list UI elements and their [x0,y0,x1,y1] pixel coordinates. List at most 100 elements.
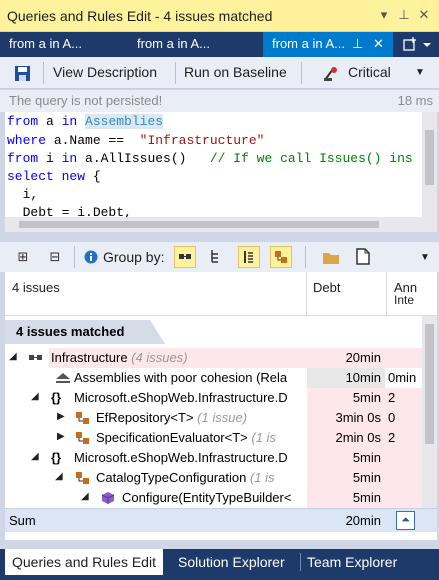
expand-triangle-icon[interactable]: ◢ [55,471,63,482]
query-toolbar: View Description Run on Baseline Critica… [0,57,439,89]
expand-triangle-icon[interactable]: ◢ [81,491,89,502]
info-icon [84,250,98,264]
row-name: EfRepository<T> [96,410,194,425]
tab-query-1[interactable]: from a in A... [0,32,126,57]
expand-all-icon[interactable]: ⊞ [12,246,34,268]
column-separator[interactable] [386,272,387,316]
namespace-tree-icon [211,250,218,263]
namespace-icon: {} [51,450,62,465]
group-by-type-button[interactable] [238,246,260,268]
expand-triangle-icon[interactable]: ◢ [9,351,17,362]
table-row[interactable]: ◢ Infrastructure (4 issues) 20min [5,348,422,368]
tab-label: Solution Explorer [178,554,285,570]
row-annual-interest: 0 [388,410,396,425]
assembly-icon [29,355,42,360]
elapsed-time: 18 ms [397,93,433,108]
column-header-debt[interactable]: Debt [313,280,340,295]
expand-triangle-icon[interactable]: ◢ [31,451,39,462]
grid-vertical-scrollbar[interactable] [422,316,437,510]
row-annual-interest: 0min [388,370,417,385]
table-row[interactable]: ◢ CatalogTypeConfiguration (1 is 5min [5,468,422,488]
code-line-2: where a.Name == "Infrastructure" [7,133,265,148]
tab-menu-button[interactable] [401,35,433,54]
code-line-4: select new { [7,169,101,184]
code-line-1: from a in Assemblies [7,114,164,129]
tab-queries-and-rules-edit[interactable]: Queries and Rules Edit [5,549,163,575]
row-debt: 5min [352,490,381,505]
collapse-up-icon[interactable]: ⏶ [396,511,415,530]
sum-row: Sum 20min ⏶ [5,508,437,532]
row-debt: 2min 0s [335,430,381,445]
group-by-assembly-button[interactable] [174,246,196,268]
group-band: 4 issues matched [5,320,437,344]
group-by-namespace-button[interactable] [206,246,228,268]
critical-icon [324,67,337,81]
row-issue-count: (1 is [251,430,276,445]
row-name: Configure(EntityTypeBuilder< [122,490,292,505]
row-debt: 5min [352,470,381,485]
query-code-editor[interactable]: from a in Assemblies where a.Name == "In… [5,112,437,232]
type-hierarchy-icon [275,251,287,263]
group-by-label: Group by: [103,249,165,265]
code-line-3: from i in a.AllIssues() // If we call Is… [7,151,413,166]
class-icon [76,472,89,484]
chevron-down-icon[interactable]: ▼ [420,252,430,263]
tab-query-2[interactable]: from a in A... [128,32,258,57]
table-row[interactable]: ◢ Configure(EntityTypeBuilder< 5min [5,488,422,508]
tab-label: from a in A... [137,36,210,51]
list-icon [244,251,253,263]
tab-team-explorer[interactable]: Team Explorer [300,549,404,575]
severity-critical-button[interactable]: Critical [348,64,391,80]
column-header-annual-interest-line2: Inte [394,293,415,307]
results-toolbar: ⊞ ⊟ Group by: ▼ [0,242,439,272]
status-message: The query is not persisted! [9,93,163,108]
code-line-5: i, [7,187,39,202]
new-tab-icon [403,37,431,51]
collapsed-triangle-icon[interactable]: ▶ [57,411,65,422]
pin-icon[interactable]: ⊥ [352,36,363,52]
chevron-down-icon[interactable]: ▼ [415,67,425,78]
run-on-baseline-button[interactable]: Run on Baseline [184,64,287,80]
assembly-icon [179,254,191,259]
table-row[interactable]: ▶ SpecificationEvaluator<T> (1 is 2min 0… [5,428,422,448]
row-debt: 5min [352,390,381,405]
tab-label: Queries and Rules Edit [12,554,156,570]
close-icon[interactable]: ✕ [373,36,384,52]
query-tabs: from a in A... from a in A... from a in … [0,32,439,57]
row-issue-count: (1 is [249,470,275,485]
tab-solution-explorer[interactable]: Solution Explorer [171,549,292,575]
group-by-method-button[interactable] [270,246,292,268]
view-description-button[interactable]: View Description [53,64,157,80]
tab-label: from a in A... [272,36,345,51]
row-debt: 20min [345,350,381,365]
eject-icon [56,373,70,383]
table-row[interactable]: Assemblies with poor cohesion (Rela 10mi… [5,368,422,388]
tool-window-titlebar: Queries and Rules Edit - 4 issues matche… [0,0,439,32]
pane-splitter[interactable] [0,232,439,242]
document-icon[interactable] [356,248,370,265]
table-row[interactable]: ▶ EfRepository<T> (1 issue) 3min 0s 0 [5,408,422,428]
toolbar-separator [175,62,176,84]
sum-debt: 20min [345,513,381,528]
query-status-line: The query is not persisted! 18 ms [0,90,439,112]
folder-icon[interactable] [322,250,340,265]
bottom-tab-strip: Queries and Rules Edit Solution Explorer… [0,549,439,580]
toolbar-separator [301,62,302,84]
table-row[interactable]: ◢ {} Microsoft.eShopWeb.Infrastructure.D… [5,448,422,468]
editor-vertical-scrollbar[interactable] [422,112,437,218]
sum-label: Sum [9,513,36,528]
grid-header: 4 issues Debt Ann Inte [5,272,437,316]
group-label: 4 issues matched [5,320,165,344]
collapse-all-icon[interactable]: ⊟ [44,246,66,268]
dropdown-icon[interactable]: ▾ [376,7,392,23]
expand-triangle-icon[interactable]: ◢ [31,391,39,402]
close-icon[interactable]: ✕ [416,7,432,23]
class-icon [76,412,89,424]
editor-horizontal-scrollbar[interactable] [5,217,437,232]
table-row[interactable]: ◢ {} Microsoft.eShopWeb.Infrastructure.D… [5,388,422,408]
column-separator[interactable] [306,272,307,316]
pin-icon[interactable]: ⊥ [396,7,412,23]
collapsed-triangle-icon[interactable]: ▶ [57,431,65,442]
save-icon[interactable] [14,65,31,82]
column-header-name[interactable]: 4 issues [12,280,60,295]
